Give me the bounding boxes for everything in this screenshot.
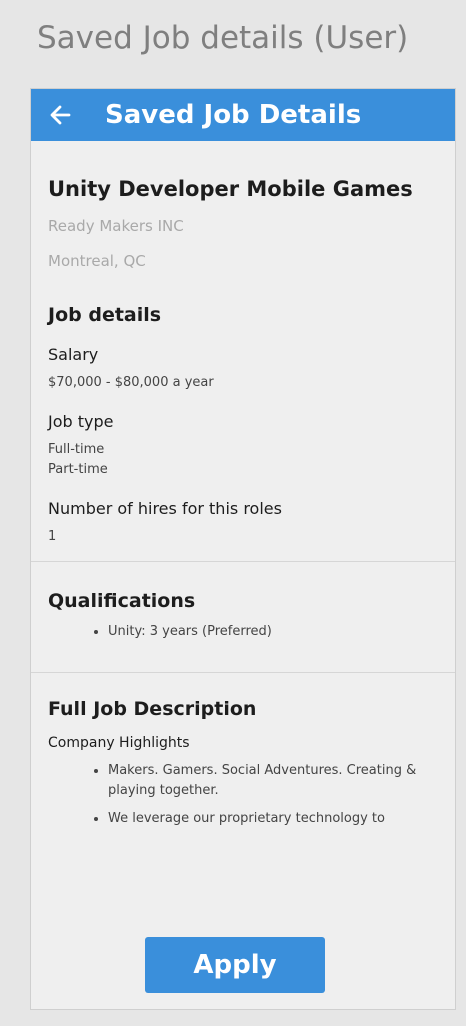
job-title: Unity Developer Mobile Games	[48, 177, 413, 201]
description-item: We leverage our proprietary technology t…	[108, 809, 438, 829]
qualifications-list: Unity: 3 years (Preferred)	[48, 622, 438, 642]
job-header: Unity Developer Mobile Games Ready Maker…	[31, 141, 455, 270]
arrow-left-icon[interactable]	[47, 102, 73, 128]
job-type-item: Full-time	[48, 442, 105, 457]
divider	[31, 561, 455, 562]
description-heading: Full Job Description	[48, 698, 257, 720]
apply-button[interactable]: Apply	[145, 937, 325, 993]
qualifications-section: Qualifications Unity: 3 years (Preferred…	[31, 590, 455, 642]
qualification-item: Unity: 3 years (Preferred)	[108, 622, 438, 642]
app-bar: Saved Job Details	[31, 89, 455, 141]
salary-value: $70,000 - $80,000 a year	[48, 375, 214, 390]
phone-screen: Saved Job Details Unity Developer Mobile…	[30, 88, 456, 1010]
description-item: Makers. Gamers. Social Adventures. Creat…	[108, 761, 438, 801]
app-bar-title: Saved Job Details	[105, 100, 362, 130]
divider	[31, 672, 455, 673]
apply-bar: Apply	[31, 905, 455, 1009]
company-highlights-label: Company Highlights	[48, 735, 190, 751]
company-name: Ready Makers INC	[48, 217, 184, 235]
salary-label: Salary	[48, 345, 99, 364]
hires-label: Number of hires for this roles	[48, 499, 282, 518]
page-title: Saved Job details (User)	[37, 20, 409, 56]
job-type-label: Job type	[48, 412, 114, 431]
job-location: Montreal, QC	[48, 252, 146, 270]
description-list: Makers. Gamers. Social Adventures. Creat…	[48, 761, 438, 829]
job-type-values: Full-time Part-time	[48, 440, 438, 480]
description-section: Full Job Description Company Highlights …	[31, 698, 455, 829]
job-type-item: Part-time	[48, 462, 108, 477]
job-details-section: Job details Salary $70,000 - $80,000 a y…	[31, 304, 455, 547]
qualifications-heading: Qualifications	[48, 590, 196, 612]
job-details-heading: Job details	[48, 304, 162, 326]
hires-value: 1	[48, 529, 57, 544]
